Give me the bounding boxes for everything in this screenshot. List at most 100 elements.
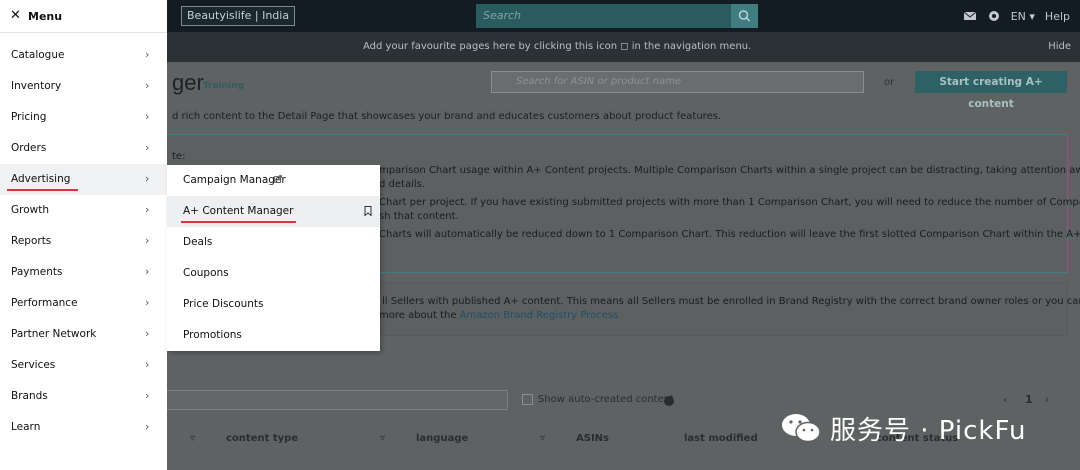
column-header-content-type[interactable]: content type xyxy=(226,433,298,444)
menu-header: ✕ Menu xyxy=(0,0,167,33)
intro-text: d rich content to the Detail Page that s… xyxy=(172,111,722,122)
menu-item-label: Inventory xyxy=(11,80,62,92)
submenu-item-label: A+ Content Manager xyxy=(180,205,297,223)
notice-line: Chart per project. If you have existing … xyxy=(379,197,1080,208)
navigation-menu: ✕ Menu Catalogue › Inventory › Pricing › Or… xyxy=(0,0,167,470)
chevron-right-icon: › xyxy=(145,358,150,371)
current-page: 1 xyxy=(1025,393,1033,406)
wechat-watermark: 服务号 · PickFu xyxy=(780,408,1027,448)
start-creating-button[interactable]: Start creating A+ content xyxy=(915,71,1067,110)
watermark-text: 服务号 · PickFu xyxy=(830,415,1027,446)
show-auto-created-checkbox[interactable] xyxy=(522,394,533,405)
menu-item-label: Performance xyxy=(11,297,78,309)
column-header-asins[interactable]: ASINs xyxy=(576,433,609,444)
chevron-right-icon: › xyxy=(145,265,150,278)
language-selector[interactable]: EN ▾ xyxy=(1011,10,1035,23)
content-filter-input[interactable] xyxy=(160,390,508,410)
chevron-right-icon: › xyxy=(145,79,150,92)
menu-item-label: Pricing xyxy=(11,111,47,123)
menu-item-growth[interactable]: Growth › xyxy=(0,195,167,226)
submenu-item-label: Deals xyxy=(183,236,213,248)
next-page-icon[interactable]: › xyxy=(1045,393,1049,406)
menu-item-catalogue[interactable]: Catalogue › xyxy=(0,40,167,71)
sort-icon[interactable]: ▿ xyxy=(190,433,195,444)
advertising-submenu: Campaign Manager A+ Content Manager Deal… xyxy=(167,165,380,351)
menu-item-brands[interactable]: Brands › xyxy=(0,381,167,412)
submenu-item-label: Campaign Manager xyxy=(183,174,286,186)
training-link[interactable]: Training xyxy=(203,81,244,91)
submenu-item-deals[interactable]: Deals xyxy=(167,227,380,258)
show-auto-created-label: Show auto-created content xyxy=(538,394,675,405)
chevron-right-icon: › xyxy=(145,389,150,402)
sort-icon[interactable]: ▿ xyxy=(540,433,545,444)
menu-item-label: Learn xyxy=(11,421,41,433)
menu-item-label: Partner Network xyxy=(11,328,97,340)
menu-item-partner-network[interactable]: Partner Network › xyxy=(0,319,167,350)
notice-line: mparison Chart usage within A+ Content p… xyxy=(379,165,1080,176)
notice-text: more about the xyxy=(379,310,460,321)
submenu-item-label: Promotions xyxy=(183,329,242,341)
notice-line: sh that content. xyxy=(379,211,459,222)
chevron-right-icon: › xyxy=(145,296,150,309)
hide-button[interactable]: Hide xyxy=(1048,32,1071,62)
pagination: ‹ 1 › xyxy=(1003,393,1049,406)
submenu-item-a-plus-content-manager[interactable]: A+ Content Manager xyxy=(167,196,380,227)
submenu-item-campaign-manager[interactable]: Campaign Manager xyxy=(167,165,380,196)
info-icon[interactable] xyxy=(664,396,674,406)
menu-item-label: Catalogue xyxy=(11,49,65,61)
chevron-right-icon: › xyxy=(145,234,150,247)
column-header-last-modified[interactable]: last modified xyxy=(684,433,758,444)
menu-item-advertising[interactable]: Advertising › xyxy=(0,164,167,195)
wechat-icon xyxy=(782,414,821,443)
submenu-item-price-discounts[interactable]: Price Discounts xyxy=(167,289,380,320)
chevron-right-icon: › xyxy=(145,110,150,123)
menu-item-label: Orders xyxy=(11,142,47,154)
menu-item-label: Reports xyxy=(11,235,52,247)
menu-item-inventory[interactable]: Inventory › xyxy=(0,71,167,102)
top-right-controls: EN ▾ Help xyxy=(963,0,1080,32)
chevron-right-icon: › xyxy=(145,141,150,154)
bookmark-icon[interactable] xyxy=(364,206,372,216)
search-button[interactable] xyxy=(731,4,758,28)
chevron-right-icon: › xyxy=(145,203,150,216)
caret-down-icon: ▾ xyxy=(1029,9,1035,23)
submenu-item-promotions[interactable]: Promotions xyxy=(167,320,380,351)
prev-page-icon[interactable]: ‹ xyxy=(1003,393,1007,406)
menu-item-label: Advertising xyxy=(6,173,79,191)
store-selector[interactable]: Beautyislife | India xyxy=(181,6,296,26)
menu-item-label: Brands xyxy=(11,390,48,402)
menu-item-reports[interactable]: Reports › xyxy=(0,226,167,257)
chevron-right-icon: › xyxy=(145,327,150,340)
chevron-right-icon: › xyxy=(145,420,150,433)
asin-search-input[interactable]: Search for ASIN or product name xyxy=(491,71,864,93)
notice-line: Charts will automatically be reduced dow… xyxy=(379,229,1080,240)
menu-item-services[interactable]: Services › xyxy=(0,350,167,381)
close-icon[interactable]: ✕ xyxy=(10,9,21,23)
page-title: ger xyxy=(172,70,204,95)
mail-icon[interactable] xyxy=(963,9,977,23)
external-link-icon xyxy=(274,175,282,183)
menu-item-performance[interactable]: Performance › xyxy=(0,288,167,319)
help-link[interactable]: Help xyxy=(1045,10,1070,23)
brand-registry-link[interactable]: Amazon Brand Registry Process xyxy=(460,310,619,321)
sort-icon[interactable]: ▿ xyxy=(380,433,385,444)
menu-item-label: Growth xyxy=(11,204,50,216)
chevron-right-icon: › xyxy=(145,172,150,185)
or-label: or xyxy=(884,77,895,88)
column-header-language[interactable]: language xyxy=(416,433,468,444)
gear-icon[interactable] xyxy=(987,9,1001,23)
menu-item-payments[interactable]: Payments › xyxy=(0,257,167,288)
notice-line: more about the Amazon Brand Registry Pro… xyxy=(379,310,618,321)
submenu-item-coupons[interactable]: Coupons xyxy=(167,258,380,289)
menu-item-label: Payments xyxy=(11,266,63,278)
notice-line: ll Sellers with published A+ content. Th… xyxy=(382,296,1080,307)
submenu-item-label: Price Discounts xyxy=(183,298,264,310)
menu-item-pricing[interactable]: Pricing › xyxy=(0,102,167,133)
menu-item-orders[interactable]: Orders › xyxy=(0,133,167,164)
language-label: EN xyxy=(1010,9,1026,23)
menu-item-learn[interactable]: Learn › xyxy=(0,412,167,443)
global-search-input[interactable]: Search xyxy=(476,4,734,28)
notice-line: te: xyxy=(172,151,186,162)
notice-line: d details. xyxy=(379,179,426,190)
chevron-right-icon: › xyxy=(145,48,150,61)
